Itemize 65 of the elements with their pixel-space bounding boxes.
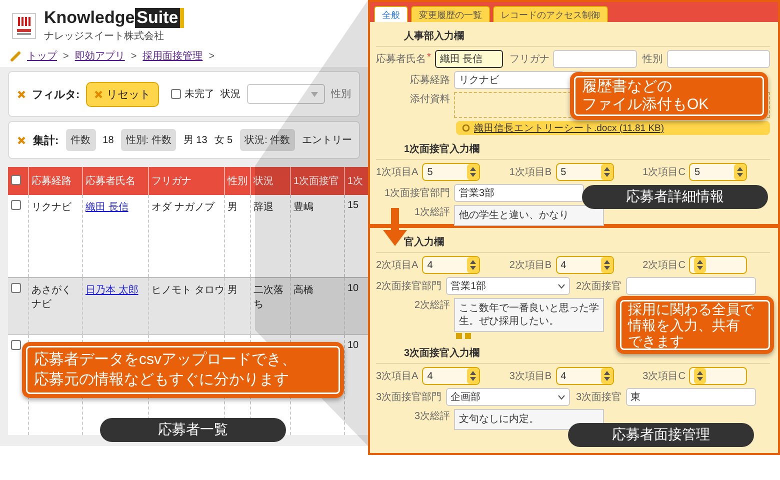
- column-header: 1次面接官: [290, 167, 344, 195]
- field-label: 1次項目B: [509, 166, 552, 179]
- brand-name: Knowledge: [44, 8, 135, 28]
- summary-value: 女 5: [214, 134, 233, 147]
- company-name: ナレッジスイート株式会社: [44, 30, 165, 43]
- field-label: 2次項目B: [509, 259, 552, 272]
- field-label: 3次項目B: [509, 370, 552, 383]
- callout-text: 応募者データをcsvアップロードでき、: [34, 350, 298, 370]
- callout-text: ファイル添付もOK: [582, 96, 710, 114]
- field-label: 2次面接官: [576, 280, 622, 293]
- summary-value: エントリー: [302, 134, 352, 147]
- field-label: 3次面接官部門: [376, 390, 442, 404]
- section-title: 1次面接官入力欄: [376, 138, 770, 160]
- column-header: フリガナ: [148, 167, 224, 195]
- field-label: 1次総評: [414, 206, 450, 220]
- filter-label: フィルタ:: [32, 88, 80, 102]
- summary-chip: 性別: 件数: [120, 129, 176, 151]
- field-label: 性別: [642, 52, 663, 66]
- breadcrumb-separator: >: [63, 50, 69, 62]
- column-header: 1次: [344, 167, 368, 195]
- table-cell: ヒノモト タロウ: [148, 278, 224, 334]
- column-header: 性別: [224, 167, 250, 195]
- required-mark: *: [427, 52, 431, 65]
- table-cell: 二次落ち: [250, 278, 290, 334]
- field-label: 2次項目A: [376, 259, 418, 272]
- column-header: 状況: [250, 167, 290, 195]
- field-label: 2次項目C: [642, 259, 686, 272]
- summary-label: 集計:: [33, 134, 59, 148]
- brand-highlight: Suite: [134, 8, 184, 28]
- field-label: 1次面接官部門: [384, 186, 450, 200]
- section-title: 人事部入力欄: [376, 25, 770, 47]
- field-label: 1次項目C: [642, 166, 686, 179]
- field-label: 2次面接官部門: [376, 280, 442, 293]
- callout-text: 情報を入力、共有: [628, 317, 741, 333]
- callout-text: 履歴書などの: [582, 78, 673, 96]
- field-label: 1次項目A: [376, 166, 418, 179]
- field-label: 2次総評: [414, 298, 450, 313]
- summary-chip: 状況: 件数: [240, 129, 296, 151]
- summary-value: 18: [102, 134, 114, 146]
- caption-label: 応募者一覧: [100, 418, 286, 442]
- field-label: 3次項目A: [376, 370, 418, 383]
- checkbox-label: 未完了: [184, 88, 215, 101]
- field-label: 添付資料: [410, 92, 450, 106]
- field-label: フリガナ: [509, 53, 550, 66]
- field-label: 3次項目C: [642, 370, 686, 383]
- caption-label: 応募者詳細情報: [582, 185, 768, 209]
- field-label: 性別: [331, 88, 351, 101]
- summary-chip: 件数: [66, 129, 96, 151]
- table-cell: 10: [344, 278, 368, 334]
- table-cell: 高橋: [290, 278, 344, 334]
- field-label: 3次面接官: [576, 390, 622, 404]
- summary-value: 男 13: [183, 134, 208, 147]
- field-label: 応募経路: [410, 74, 450, 87]
- column-header: 応募経路: [28, 167, 82, 195]
- field-label: 3次総評: [414, 410, 450, 424]
- table-cell: あさがくナビ: [28, 278, 82, 334]
- caption-label: 応募者面接管理: [568, 423, 754, 447]
- field-label: 応募者氏名: [376, 52, 426, 66]
- callout-text: 応募元の情報などもすぐに分かります: [34, 370, 290, 390]
- breadcrumb-separator: >: [208, 50, 215, 62]
- table-cell: 男: [224, 278, 250, 334]
- callout-text: 採用に関わる全員で: [628, 301, 756, 317]
- column-header: 応募者氏名: [82, 167, 148, 195]
- breadcrumb-separator: >: [130, 50, 137, 62]
- field-label: 状況: [220, 88, 241, 101]
